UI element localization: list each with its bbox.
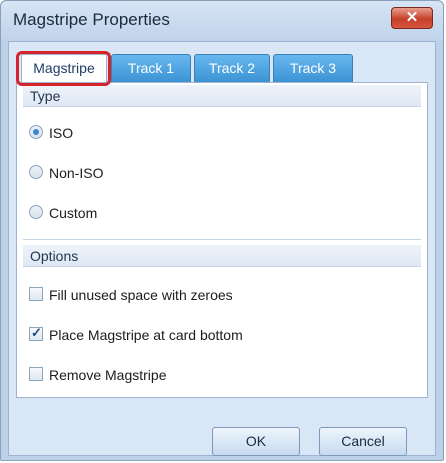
type-section-header: Type bbox=[23, 85, 421, 107]
radio-label: Non-ISO bbox=[49, 165, 104, 181]
tab-track-1[interactable]: Track 1 bbox=[111, 54, 191, 82]
title-bar[interactable]: Magstripe Properties ✕ bbox=[1, 1, 443, 41]
tab-label: Track 1 bbox=[127, 60, 175, 76]
checkbox[interactable] bbox=[29, 367, 43, 381]
close-icon: ✕ bbox=[405, 9, 419, 26]
checkbox[interactable] bbox=[29, 287, 43, 301]
radio-button[interactable] bbox=[29, 205, 43, 219]
tab-track-2[interactable]: Track 2 bbox=[194, 54, 270, 82]
dialog-window: Magstripe Properties ✕ Magstripe Track 1… bbox=[0, 0, 444, 461]
close-button[interactable]: ✕ bbox=[391, 7, 433, 29]
radio-label: ISO bbox=[49, 125, 74, 141]
options-section-header: Options bbox=[23, 245, 421, 267]
checkbox-label: Place Magstripe at card bottom bbox=[49, 327, 243, 343]
checkbox-label: Remove Magstripe bbox=[49, 367, 167, 383]
dialog-client: Magstripe Track 1 Track 2 Track 3 Type I… bbox=[8, 41, 436, 456]
radio-button[interactable] bbox=[29, 165, 43, 179]
section-divider bbox=[23, 239, 421, 240]
tab-label: Track 3 bbox=[289, 60, 337, 76]
tab-label: Track 2 bbox=[208, 60, 256, 76]
ok-button[interactable]: OK bbox=[212, 427, 300, 456]
active-tab-highlight bbox=[16, 51, 111, 86]
radio-label: Custom bbox=[49, 205, 98, 221]
cancel-button[interactable]: Cancel bbox=[319, 427, 407, 456]
window-title: Magstripe Properties bbox=[13, 10, 170, 29]
tab-panel-magstripe: Type ISO Non-ISO Custom Options Fill unu… bbox=[16, 82, 428, 398]
radio-button[interactable] bbox=[29, 125, 43, 139]
checkbox[interactable] bbox=[29, 325, 43, 341]
tab-track-3[interactable]: Track 3 bbox=[273, 54, 353, 82]
checkbox-label: Fill unused space with zeroes bbox=[49, 287, 233, 303]
